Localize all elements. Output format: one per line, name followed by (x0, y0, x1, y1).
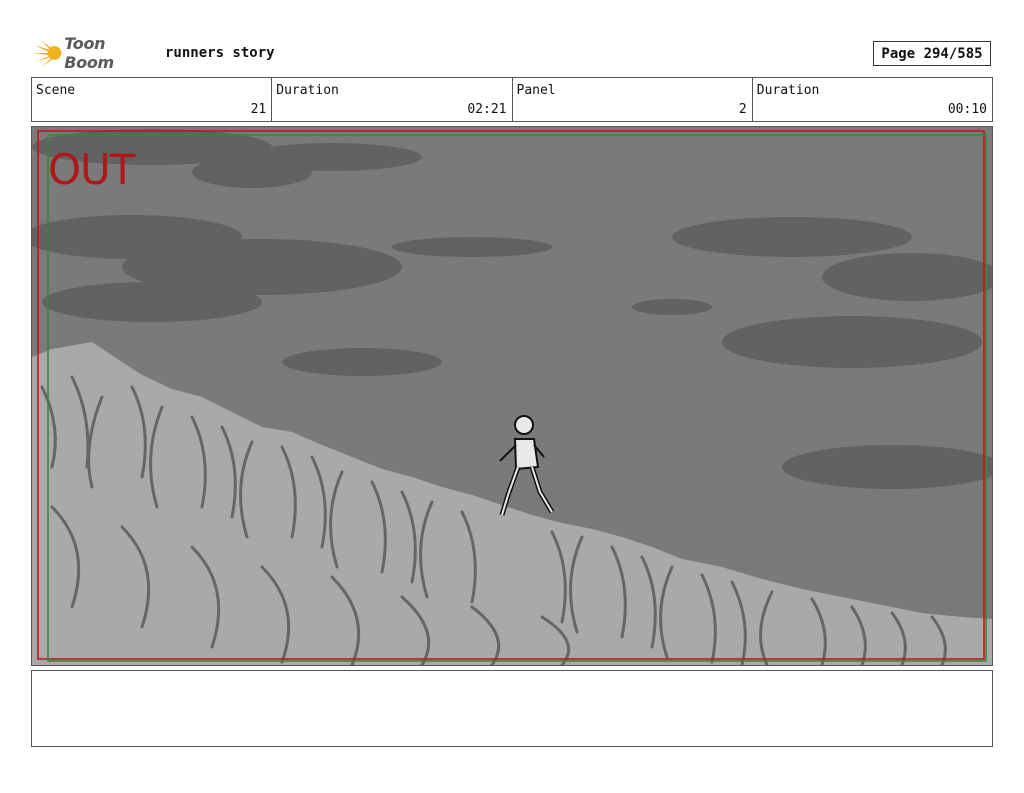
scene-duration-value: 02:21 (467, 102, 507, 117)
info-bar: Scene 21 Duration 02:21 Panel 2 Duration… (31, 77, 993, 122)
panel-duration-value: 00:10 (947, 102, 987, 117)
toon-boom-logo: Toon Boom (33, 34, 158, 72)
panel-drawing (32, 127, 992, 665)
scene-cell: Scene 21 (32, 78, 273, 121)
out-overlay-text: OUT (48, 145, 135, 194)
notes-box (31, 670, 993, 747)
panel-duration-label: Duration (756, 83, 820, 98)
scene-label: Scene (36, 83, 76, 98)
toon-boom-logo-icon (33, 40, 62, 67)
panel-duration-cell: Duration 00:10 (753, 78, 992, 121)
project-title: runners story (165, 45, 275, 61)
panel-label: Panel (516, 83, 556, 98)
panel-image: OUT (31, 126, 993, 666)
scene-value: 21 (250, 102, 267, 117)
page-number: Page 294/585 (873, 41, 991, 66)
panel-cell: Panel 2 (513, 78, 753, 121)
logo-text: Toon Boom (64, 34, 114, 72)
panel-value: 2 (738, 102, 747, 117)
scene-duration-label: Duration (276, 83, 339, 98)
scene-duration-cell: Duration 02:21 (272, 78, 513, 121)
